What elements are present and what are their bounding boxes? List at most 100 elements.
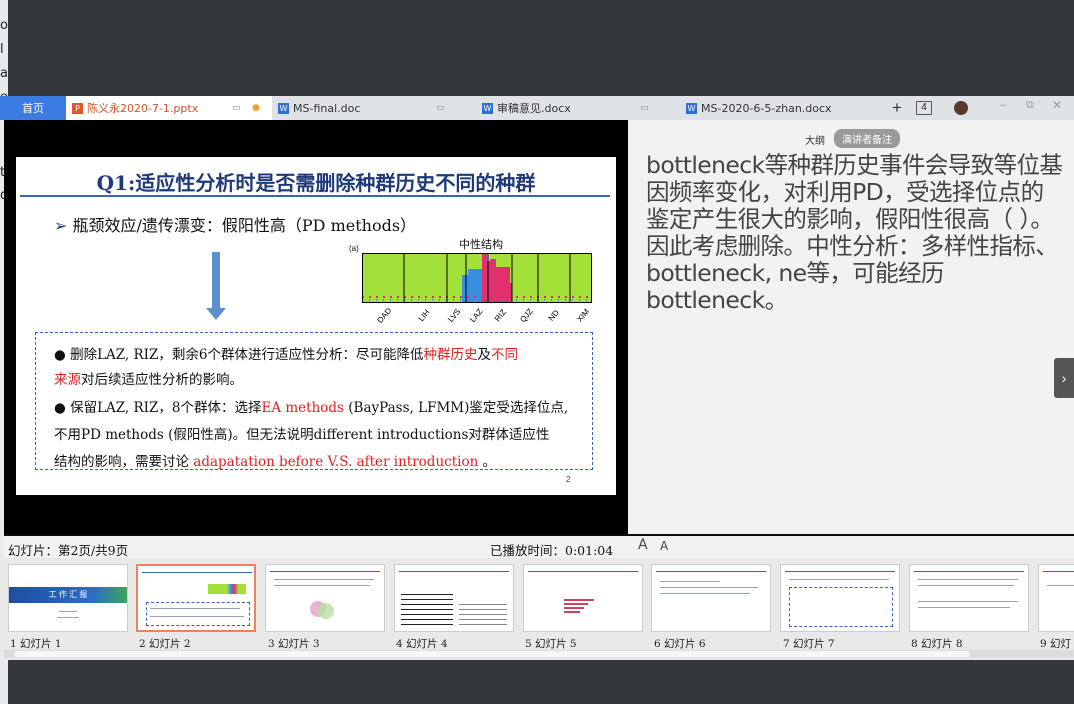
thumbnail-label: 1 幻灯片 1: [10, 638, 62, 650]
tab-label: MS-final.doc: [293, 101, 361, 115]
bullet-text: 不用PD methods (假阳性高)。但无法说明different intro…: [54, 427, 550, 443]
thumbnail-label: 9 幻灯: [1040, 638, 1072, 650]
thumb-figure: [208, 584, 246, 594]
thumb-table: [401, 593, 453, 625]
slide-thumbnail[interactable]: [1038, 564, 1074, 632]
thumb-figure: [318, 603, 334, 619]
tab-label: 陈义永2020-7-1.pptx: [87, 102, 199, 115]
slide-thumbnail[interactable]: 工 作 汇 报: [8, 564, 128, 632]
highlight-text: EA methods: [261, 400, 344, 416]
tab-count-button[interactable]: 4: [916, 101, 932, 115]
monitor-icon[interactable]: ▭: [232, 103, 241, 113]
thumbnail-label: 4 幻灯片 4: [396, 638, 448, 650]
tab-doc-file[interactable]: W 审稿意见.docx ▭: [476, 96, 678, 120]
speaker-notes-text[interactable]: bottleneck等种群历史事件会导致等位基因频率变化，对利用PD，受选择位点…: [646, 152, 1066, 314]
close-icon[interactable]: ✕: [1052, 98, 1062, 112]
minimize-icon[interactable]: –: [1000, 99, 1006, 111]
pop-label: LIH: [416, 307, 432, 324]
subtitle-text: 瓶颈效应/遗传漂变：假阳性高（PD methods）: [72, 216, 417, 235]
slide-thumbnail[interactable]: [523, 564, 643, 632]
thumb-title: 工 作 汇 报: [48, 590, 88, 599]
tab-label: MS-2020-6-5-zhan.docx: [701, 101, 832, 115]
chevron-right-icon[interactable]: ›: [1054, 358, 1074, 398]
figure-label: (a): [349, 244, 359, 253]
avatar[interactable]: [954, 101, 968, 115]
slide-thumbnail[interactable]: [909, 564, 1029, 632]
bullet-text: 结构的影响，需要讨论: [54, 454, 194, 470]
tab-label: 审稿意见.docx: [497, 102, 571, 115]
arrow-bullet-icon: ➢: [54, 216, 73, 235]
slide-thumbnail[interactable]: [780, 564, 900, 632]
doc-file-icon: W: [686, 102, 697, 114]
slide-thumbnail-selected[interactable]: [136, 564, 256, 632]
bullet-text: 。: [478, 454, 497, 470]
monitor-icon[interactable]: ▭: [640, 103, 649, 113]
thumb-box: [146, 602, 250, 626]
bullet-item: ● 删除LAZ, RIZ，剩余6个群体进行适应性分析：尽可能降低种群历史及不同 …: [54, 343, 584, 393]
bullet-text: 删除LAZ, RIZ，剩余6个群体进行适应性分析：尽可能降低: [70, 347, 424, 363]
pop-label: QJZ: [518, 306, 535, 325]
pop-label: ND: [546, 308, 561, 323]
elapsed-timer: 已播放时间：0:01:04: [490, 543, 614, 558]
bullet-dot-icon: ●: [54, 347, 71, 363]
font-increase-button[interactable]: A: [638, 537, 648, 553]
tab-outline[interactable]: 大纲: [805, 132, 825, 147]
font-decrease-button[interactable]: A: [660, 539, 668, 553]
scrollbar-thumb[interactable]: [14, 651, 970, 657]
tab-doc-file[interactable]: W MS-final.doc ▭: [272, 96, 476, 120]
unsaved-dot-icon: ●: [252, 103, 260, 113]
edge-char: a: [0, 66, 8, 81]
slide-thumbnail-strip: 工 作 汇 报 1 幻灯片 1 2 幻灯片 2 3 幻灯片 3 4 幻灯片 4 …: [4, 558, 1074, 660]
slide-thumbnail[interactable]: [651, 564, 771, 632]
pop-label: RIZ: [492, 307, 509, 324]
ppt-file-icon: P: [72, 102, 83, 114]
bullet-text: 及: [477, 347, 491, 363]
tab-home[interactable]: 首页: [0, 96, 66, 120]
title-underline: [20, 195, 610, 197]
thumb-box: [789, 587, 893, 627]
thumbnail-label: 6 幻灯片 6: [654, 638, 706, 650]
bullet-box: ● 删除LAZ, RIZ，剩余6个群体进行适应性分析：尽可能降低种群历史及不同 …: [35, 332, 593, 470]
tab-pptx-file[interactable]: P 陈义永2020-7-1.pptx ▭ ●: [66, 96, 272, 120]
slide-page-number: 2: [566, 475, 571, 484]
slide-thumbnail[interactable]: [394, 564, 514, 632]
bullet-text: (BayPass, LFMM)鉴定受选择位点,: [344, 400, 569, 416]
pop-label: LAZ: [468, 306, 485, 325]
bullet-text: 对后续适应性分析的影响。: [81, 372, 243, 388]
pop-label: LVS: [446, 307, 463, 324]
bullet-dot-icon: ●: [54, 400, 71, 416]
population-axis: DAD LIH LVS LAZ RIZ QJZ ND XIM: [362, 306, 602, 327]
current-slide: Q1:适应性分析时是否需删除种群历史不同的种群 ➢ 瓶颈效应/遗传漂变：假阳性高…: [16, 157, 616, 495]
structure-bar-plot: [362, 253, 592, 303]
edge-char: o: [0, 18, 8, 33]
presenter-status-bar: 幻灯片：第2页/共9页 已播放时间：0:01:04 A A: [4, 536, 1074, 558]
thumbnail-scrollbar[interactable]: [4, 650, 1074, 658]
tab-doc-file[interactable]: W MS-2020-6-5-zhan.docx: [680, 96, 880, 120]
document-tab-bar: 首页 P 陈义永2020-7-1.pptx ▭ ● W MS-final.doc…: [0, 96, 1074, 120]
slide-counter: 幻灯片：第2页/共9页: [8, 543, 129, 558]
highlight-text: 来源: [54, 372, 81, 388]
down-arrow-icon: [206, 252, 226, 320]
highlight-text: adapatation before V.S. after introducti…: [193, 454, 479, 470]
thumbnail-label: 3 幻灯片 3: [268, 638, 320, 650]
highlight-text: 不同: [490, 347, 518, 363]
slide-title: Q1:适应性分析时是否需删除种群历史不同的种群: [96, 171, 536, 195]
slide-thumbnail[interactable]: [265, 564, 385, 632]
thumbnail-label: 5 幻灯片 5: [525, 638, 577, 650]
thumbnail-label: 8 幻灯片 8: [911, 638, 963, 650]
thumb-table: [459, 601, 507, 625]
monitor-icon[interactable]: ▭: [436, 103, 445, 113]
pop-label: XIM: [575, 307, 592, 324]
slide-subtitle: ➢ 瓶颈效应/遗传漂变：假阳性高（PD methods）: [54, 212, 416, 236]
thumbnail-label: 2 幻灯片 2: [139, 638, 191, 650]
edge-char: l: [0, 42, 4, 57]
pop-label: DAD: [375, 306, 394, 325]
doc-file-icon: W: [482, 102, 493, 114]
bullet-text: 保留LAZ, RIZ，8个群体：选择: [70, 400, 262, 416]
tab-home-label: 首页: [22, 102, 44, 115]
tab-speaker-notes[interactable]: 演讲者备注: [834, 129, 900, 148]
bullet-item: ● 保留LAZ, RIZ，8个群体：选择EA methods (BayPass,…: [54, 395, 589, 476]
restore-icon[interactable]: ⧉: [1026, 99, 1034, 112]
thumbnail-label: 7 幻灯片 7: [783, 638, 835, 650]
new-tab-button[interactable]: +: [892, 98, 902, 118]
